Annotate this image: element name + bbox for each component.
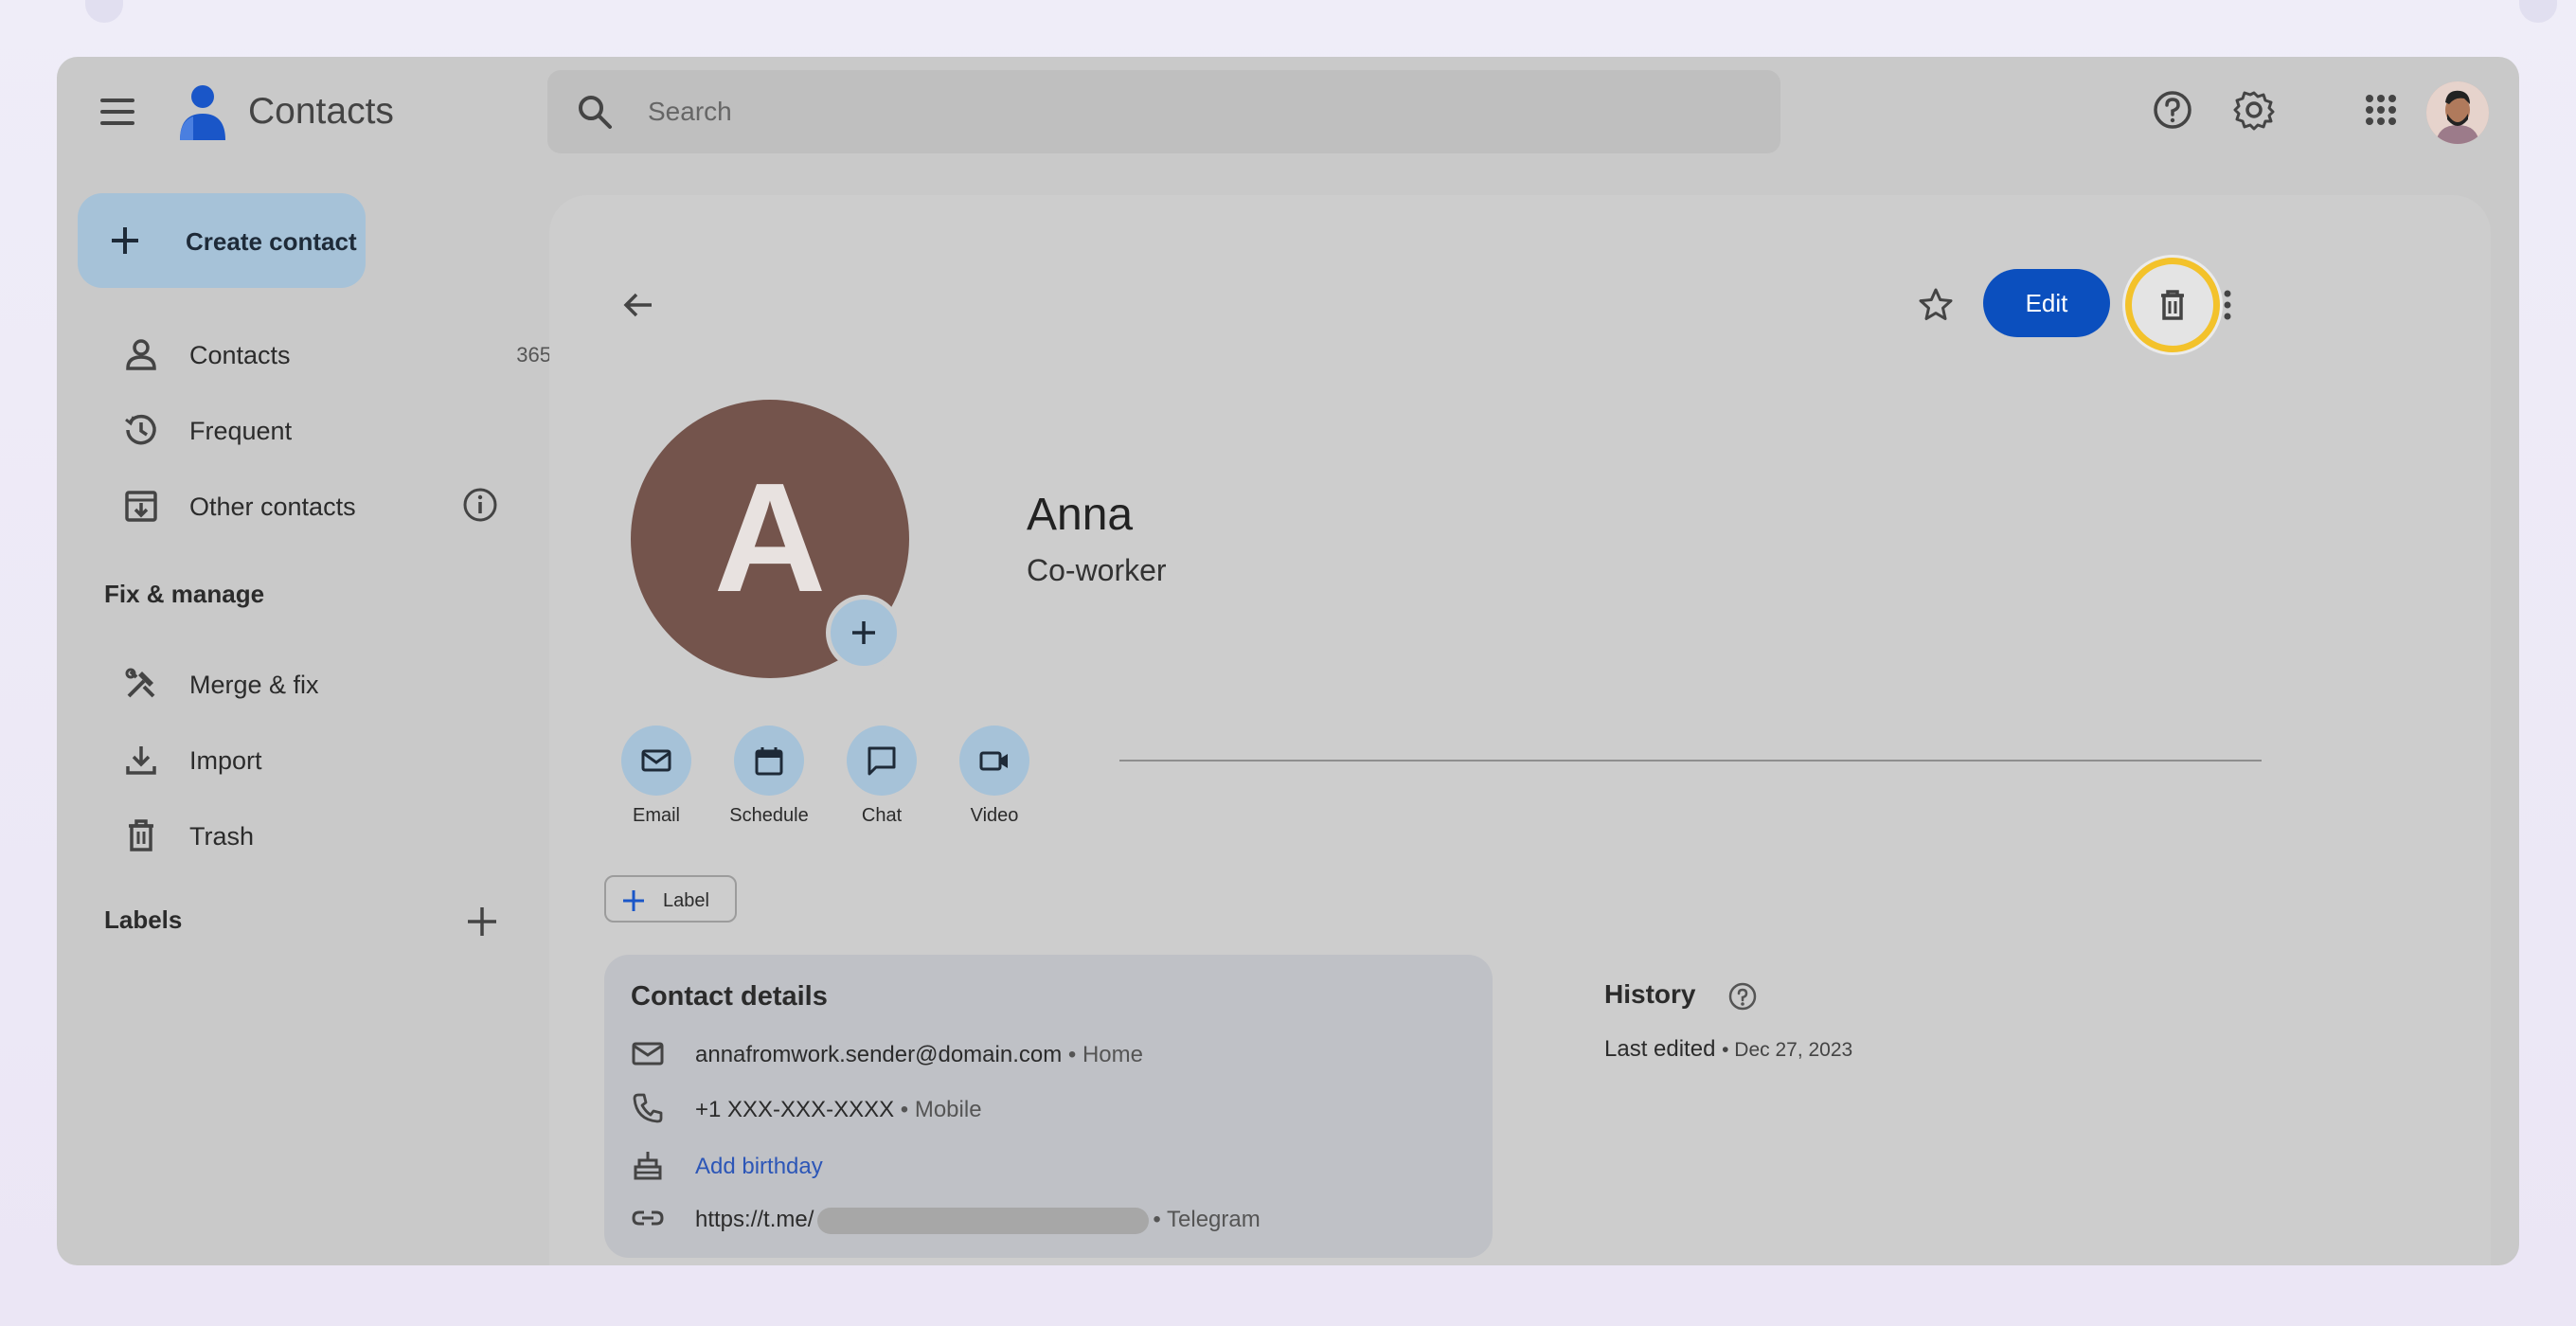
search-icon xyxy=(579,96,612,129)
info-icon[interactable] xyxy=(462,487,498,523)
chat-action[interactable]: Chat xyxy=(839,726,924,827)
search-input[interactable]: Search xyxy=(648,97,732,127)
cake-icon xyxy=(634,1152,662,1180)
contacts-logo-icon xyxy=(174,83,227,142)
calendar-icon xyxy=(755,747,783,776)
phone-icon xyxy=(633,1093,663,1123)
url-type: • Telegram xyxy=(1153,1207,1261,1232)
back-arrow-icon[interactable] xyxy=(619,286,657,324)
contact-details-heading: Contact details xyxy=(631,981,828,1012)
birthday-row[interactable]: Add birthday xyxy=(631,1142,1445,1190)
create-contact-label: Create contact xyxy=(186,227,357,256)
help-icon[interactable] xyxy=(2150,87,2195,133)
last-edited-label: Last edited xyxy=(1604,1036,1716,1062)
trash-icon xyxy=(129,819,153,851)
sidebar-item-trash[interactable]: Trash xyxy=(78,801,570,868)
sidebar-item-label: Frequent xyxy=(189,417,293,445)
archive-download-icon xyxy=(125,491,157,522)
schedule-action[interactable]: Schedule xyxy=(726,726,812,827)
link-icon xyxy=(632,1210,664,1226)
plus-icon xyxy=(852,621,875,644)
person-icon xyxy=(126,339,156,370)
sidebar-item-frequent[interactable]: Frequent xyxy=(78,396,570,462)
background-blur-shape xyxy=(2519,0,2557,23)
url-prefix: https://t.me/ xyxy=(695,1207,814,1232)
help-icon[interactable] xyxy=(1727,981,1758,1012)
add-label-icon[interactable] xyxy=(466,905,498,938)
add-photo-button[interactable] xyxy=(826,595,902,671)
video-icon xyxy=(979,751,1008,771)
settings-gear-icon[interactable] xyxy=(2231,87,2277,133)
background-blur-shape xyxy=(85,0,123,23)
chat-icon xyxy=(868,746,896,776)
email-type: • Home xyxy=(1067,1042,1143,1067)
contacts-count: 365 xyxy=(516,343,551,367)
email-value: annafromwork.sender@domain.com xyxy=(695,1042,1063,1067)
star-icon[interactable] xyxy=(1917,286,1955,324)
apps-grid-icon[interactable] xyxy=(2358,87,2404,133)
sidebar-item-label: Import xyxy=(189,746,262,775)
website-row[interactable]: https://t.me/ • Telegram xyxy=(631,1195,1445,1243)
contact-detail-panel: Edit A Anna Co-worker Email Schedule Cha… xyxy=(549,195,2491,1265)
action-label: Email xyxy=(632,805,680,826)
sidebar-item-import[interactable]: Import xyxy=(78,726,570,792)
email-icon xyxy=(641,749,671,772)
download-icon xyxy=(126,746,156,775)
action-label: Schedule xyxy=(729,805,809,826)
email-icon xyxy=(632,1042,664,1066)
edit-button[interactable]: Edit xyxy=(1983,269,2110,337)
add-birthday-link[interactable]: Add birthday xyxy=(695,1154,823,1180)
history-section: History Last edited • Dec 27, 2023 xyxy=(1604,979,1852,1062)
history-heading: History xyxy=(1604,979,1696,1009)
email-action[interactable]: Email xyxy=(614,726,699,827)
sidebar-item-label: Contacts xyxy=(189,341,291,369)
search-bar[interactable]: Search xyxy=(547,70,1780,153)
phone-value: +1 XXX-XXX-XXXX xyxy=(695,1097,895,1122)
background-app-strip xyxy=(0,0,2576,38)
action-label: Video xyxy=(970,805,1019,826)
video-action[interactable]: Video xyxy=(952,726,1037,827)
email-row[interactable]: annafromwork.sender@domain.com • Home xyxy=(631,1030,1445,1078)
action-label: Chat xyxy=(861,805,903,826)
trash-icon xyxy=(2161,290,2184,320)
last-edited-date: • Dec 27, 2023 xyxy=(1722,1039,1853,1061)
create-contact-button[interactable]: Create contact xyxy=(78,193,366,288)
sidebar-item-label: Other contacts xyxy=(189,493,356,521)
label-chip-text: Label xyxy=(663,890,709,911)
sidebar-item-contacts[interactable]: Contacts 365 xyxy=(78,320,551,386)
redacted-text xyxy=(817,1207,1150,1234)
main-menu-icon[interactable] xyxy=(100,99,134,125)
tools-icon xyxy=(125,668,155,698)
app-title: Contacts xyxy=(248,91,394,132)
plus-icon xyxy=(623,890,644,911)
fix-manage-heading: Fix & manage xyxy=(104,580,265,608)
add-label-chip[interactable]: Label xyxy=(604,875,737,923)
sidebar-item-label: Trash xyxy=(189,822,255,851)
contact-subtitle: Co-worker xyxy=(1027,553,1167,587)
sidebar-item-merge-fix[interactable]: Merge & fix xyxy=(78,650,570,716)
phone-row[interactable]: +1 XXX-XXX-XXXX • Mobile xyxy=(631,1085,1445,1133)
sidebar-item-label: Merge & fix xyxy=(189,671,319,699)
contacts-window: Contacts Search Create contact Contacts … xyxy=(57,57,2519,1265)
history-icon xyxy=(125,414,156,445)
contact-name: Anna xyxy=(1027,490,1134,540)
plus-icon xyxy=(112,227,138,254)
delete-contact-button[interactable] xyxy=(2125,258,2220,352)
account-avatar[interactable] xyxy=(2426,81,2489,144)
contact-details-card: Contact details annafromwork.sender@doma… xyxy=(604,955,1493,1258)
more-vertical-icon[interactable] xyxy=(2218,286,2237,324)
divider xyxy=(1119,760,2262,762)
phone-type: • Mobile xyxy=(900,1097,982,1122)
labels-heading: Labels xyxy=(104,905,183,934)
